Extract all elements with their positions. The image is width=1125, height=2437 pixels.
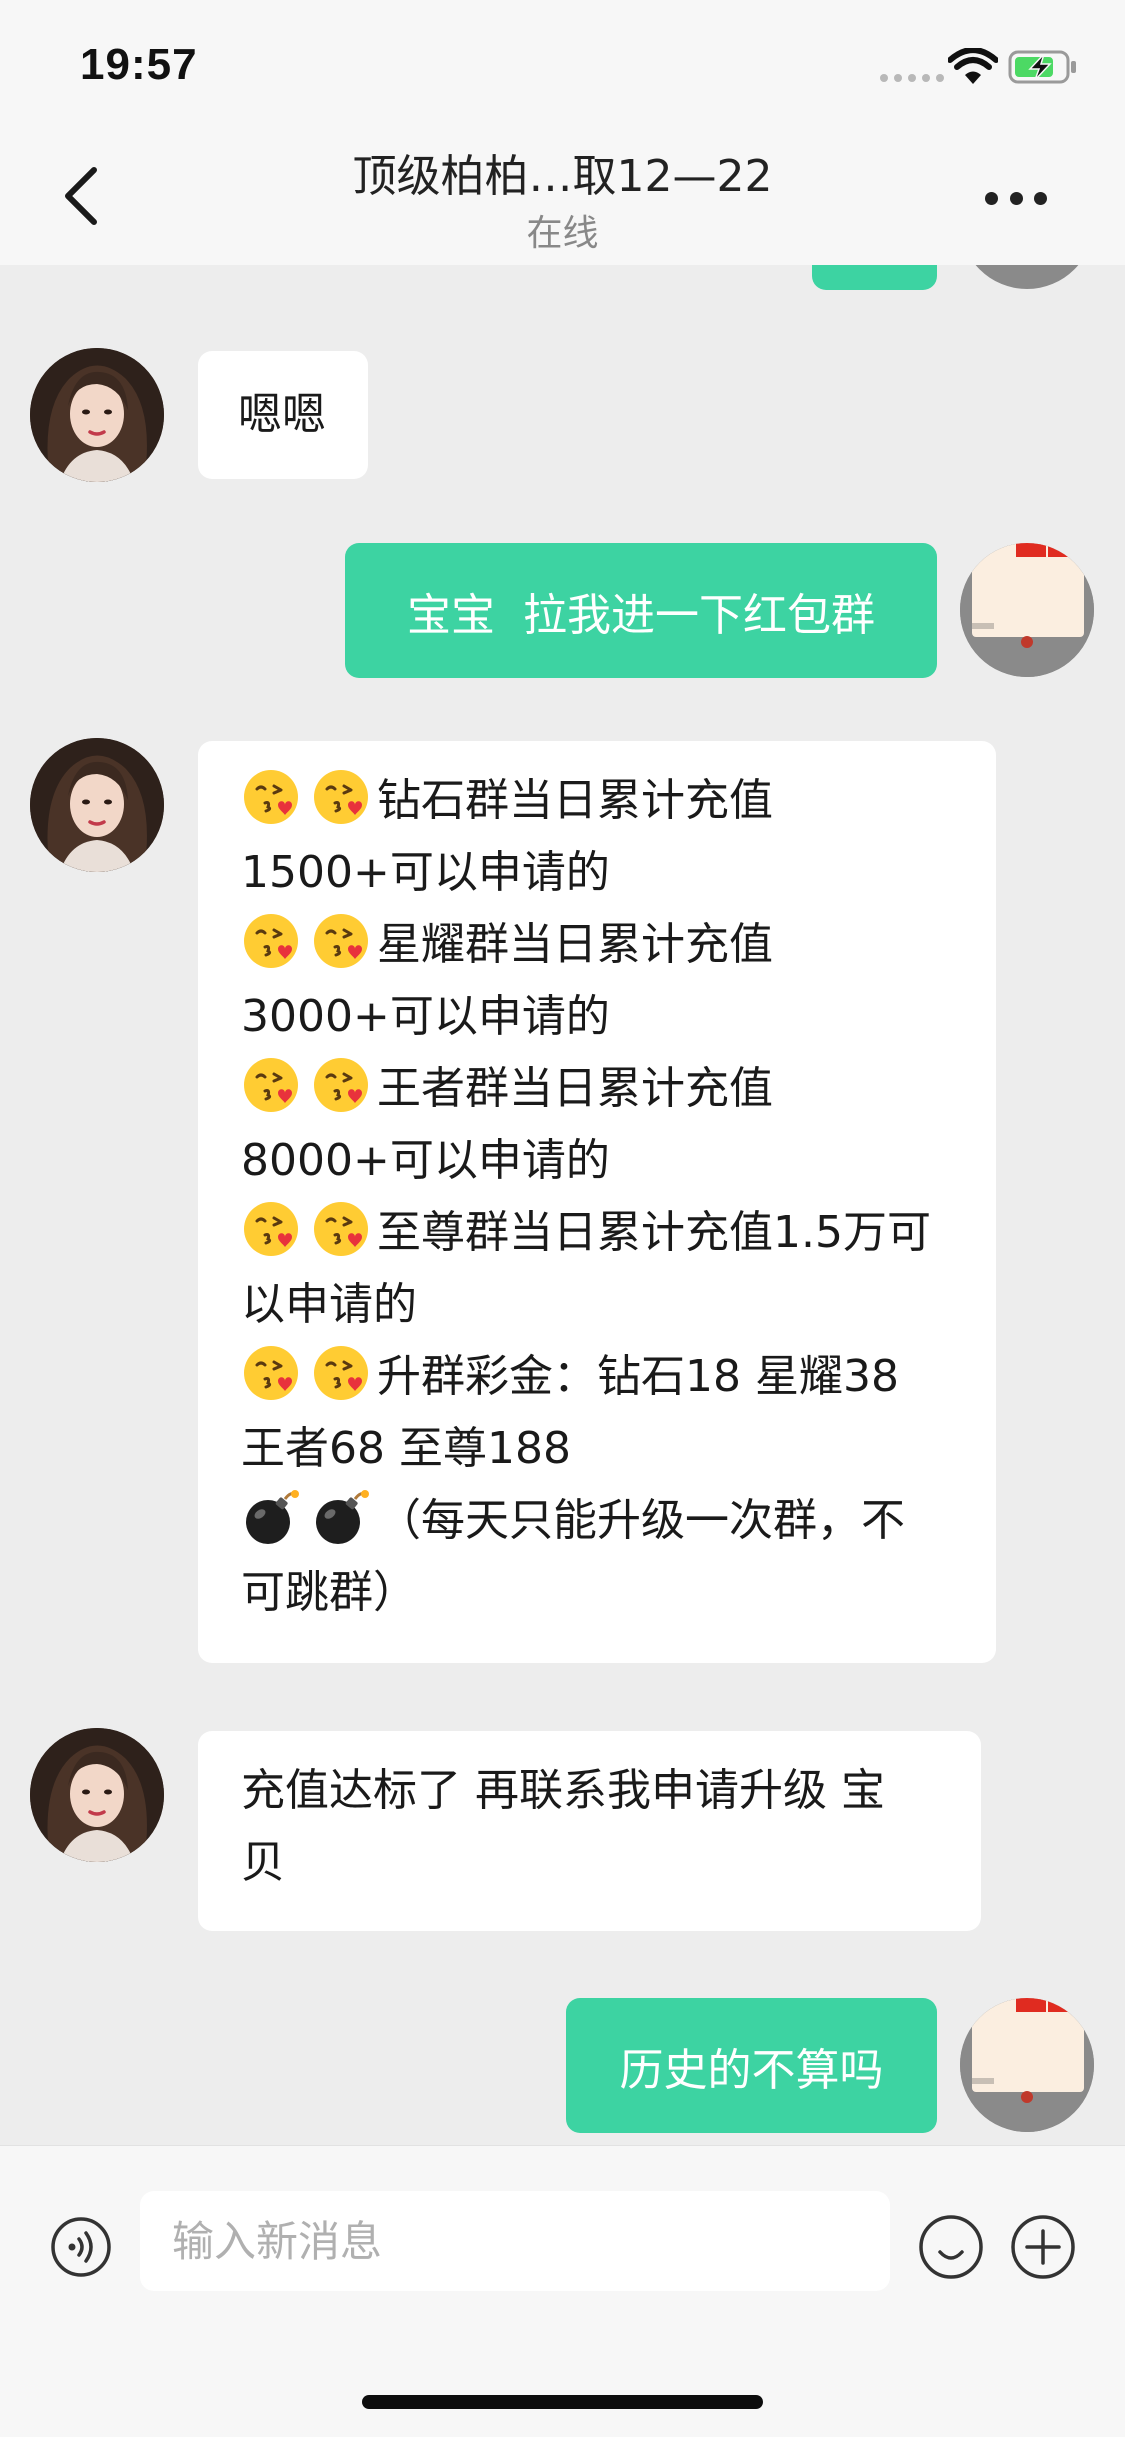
kissing-heart-emoji-icon bbox=[314, 770, 368, 824]
message-text-line: 3000+可以申请的 bbox=[241, 981, 996, 1053]
message-text-line: 至尊群当日累计充值1.5万可 bbox=[241, 1197, 996, 1269]
message-input-bar bbox=[0, 2145, 1125, 2437]
message-text-line: 钻石群当日累计充值 bbox=[241, 765, 996, 837]
line-text: （每天只能升级一次群，不 bbox=[377, 1495, 905, 1546]
line-text: 王者68 至尊188 bbox=[241, 1423, 571, 1474]
emoji-button[interactable] bbox=[918, 2214, 984, 2280]
message-text: 历史的不算吗 bbox=[619, 2044, 884, 2096]
kissing-heart-emoji-icon bbox=[244, 770, 298, 824]
message-text: 宝宝 拉我进一下红包群 bbox=[407, 589, 875, 641]
status-time: 19:57 bbox=[80, 40, 198, 89]
line-text: 王者群当日累计充值 bbox=[377, 1063, 773, 1114]
message-text-line: 1500+可以申请的 bbox=[241, 837, 996, 909]
kissing-heart-emoji-icon bbox=[314, 1058, 368, 1112]
message-text: 嗯嗯 bbox=[238, 389, 326, 440]
message-bubble[interactable]: 嗯嗯 bbox=[198, 351, 368, 479]
bomb-emoji-icon bbox=[246, 1490, 299, 1544]
self-avatar[interactable] bbox=[960, 1998, 1094, 2132]
line-text: 可跳群） bbox=[241, 1567, 417, 1618]
wifi-icon bbox=[948, 48, 998, 84]
chat-header: 顶级柏柏…取12—22 在线 bbox=[0, 130, 1125, 265]
kissing-heart-emoji-icon bbox=[314, 1346, 368, 1400]
message-text-line: 王者群当日累计充值 bbox=[241, 1053, 996, 1125]
sent-message-bubble[interactable]: 历史的不算吗 bbox=[566, 1998, 937, 2133]
online-status: 在线 bbox=[526, 213, 599, 254]
contact-avatar[interactable] bbox=[30, 1728, 164, 1862]
add-attachment-button[interactable] bbox=[1010, 2214, 1076, 2280]
voice-input-button[interactable] bbox=[50, 2216, 112, 2278]
line-text: 至尊群当日累计充值1.5万可 bbox=[377, 1207, 931, 1258]
status-bar: 19:57 bbox=[0, 0, 1125, 130]
contact-avatar[interactable] bbox=[30, 738, 164, 872]
battery-charging-icon bbox=[1008, 50, 1076, 84]
line-text: 8000+可以申请的 bbox=[241, 1135, 610, 1186]
kissing-heart-emoji-icon bbox=[244, 1202, 298, 1256]
message-text-line: 贝 bbox=[241, 1837, 285, 1888]
kissing-heart-emoji-icon bbox=[314, 1202, 368, 1256]
bomb-emoji-icon bbox=[316, 1490, 369, 1544]
message-text-line: 8000+可以申请的 bbox=[241, 1125, 996, 1197]
line-text: 钻石群当日累计充值 bbox=[377, 775, 773, 826]
sent-message-bubble[interactable]: 宝宝 拉我进一下红包群 bbox=[345, 543, 937, 678]
kissing-heart-emoji-icon bbox=[244, 1346, 298, 1400]
home-indicator[interactable] bbox=[362, 2395, 763, 2409]
message-bubble[interactable]: 钻石群当日累计充值 1500+可以申请的 星耀群当日累计充值 3000+可以申请的 王者… bbox=[198, 741, 996, 1663]
line-text: 星耀群当日累计充值 bbox=[377, 919, 773, 970]
message-list[interactable]: 嗯嗯 宝宝 拉我进一下红包群 钻石群当日累计充值 1500+可以申请的星耀群当日累… bbox=[0, 265, 1125, 2145]
line-text: 1500+可以申请的 bbox=[241, 847, 610, 898]
kissing-heart-emoji-icon bbox=[244, 914, 298, 968]
message-text-line: 升群彩金：钻石18 星耀38 bbox=[241, 1341, 996, 1413]
previous-message-bubble bbox=[812, 265, 937, 290]
message-bubble[interactable]: 充值达标了 再联系我申请升级 宝 贝 bbox=[198, 1731, 981, 1931]
top-bar: 19:57 顶级柏柏…取12—22 在线 bbox=[0, 0, 1125, 265]
message-text-line: （每天只能升级一次群，不 bbox=[241, 1485, 996, 1557]
line-text: 升群彩金：钻石18 星耀38 bbox=[377, 1351, 899, 1402]
chat-title: 顶级柏柏…取12—22 bbox=[352, 151, 773, 202]
message-text-line: 星耀群当日累计充值 bbox=[241, 909, 996, 981]
message-text-line: 充值达标了 再联系我申请升级 宝 bbox=[241, 1765, 885, 1816]
cellular-signal-icon bbox=[880, 74, 944, 82]
message-input[interactable] bbox=[140, 2191, 890, 2291]
line-text: 以申请的 bbox=[241, 1279, 417, 1330]
contact-avatar[interactable] bbox=[30, 348, 164, 482]
message-text-line: 王者68 至尊188 bbox=[241, 1413, 996, 1485]
kissing-heart-emoji-icon bbox=[244, 1058, 298, 1112]
self-avatar[interactable] bbox=[960, 265, 1094, 289]
kissing-heart-emoji-icon bbox=[314, 914, 368, 968]
message-text-line: 可跳群） bbox=[241, 1557, 996, 1629]
self-avatar[interactable] bbox=[960, 543, 1094, 677]
line-text: 3000+可以申请的 bbox=[241, 991, 610, 1042]
more-options-button[interactable] bbox=[985, 188, 1047, 208]
message-text-line: 以申请的 bbox=[241, 1269, 996, 1341]
